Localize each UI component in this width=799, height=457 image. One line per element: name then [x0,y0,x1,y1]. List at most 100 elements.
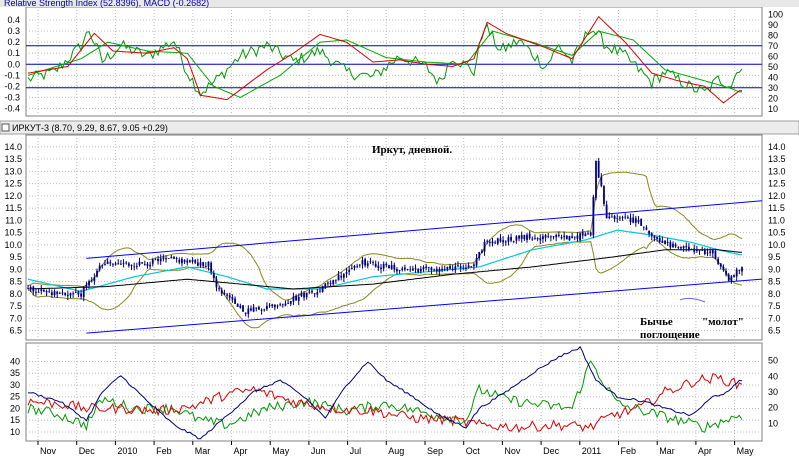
candle-body [658,238,661,242]
adx-tick-label-right: 40 [768,371,778,381]
candle-body [173,256,175,259]
candle-body [441,268,443,271]
candle-body [486,240,489,242]
candle-body [276,305,279,307]
candle-body [210,262,213,272]
candle-body [597,160,600,178]
price-tick-label-left: 14.0 [4,142,22,152]
candle-body [555,234,558,238]
candle-body [297,296,300,301]
candle-body [685,246,688,248]
candle-body [714,251,717,259]
price-tick-label-right: 7.5 [768,301,781,311]
price-tick-label-right: 14.0 [768,142,786,152]
candle-body [494,242,497,244]
candle-body [366,263,369,266]
candle-body [565,235,568,240]
candle-body [409,269,412,271]
candle-body [215,279,218,288]
candle-body [279,304,282,306]
candle-body [576,235,579,239]
candle-body [250,308,252,311]
candle-body [231,297,234,300]
x-tick-label: Feb [156,446,172,456]
candle-body [189,260,191,262]
candle-body [199,262,202,266]
candle-body [117,263,120,265]
candle-body [157,258,159,262]
candle-body [430,267,433,271]
rsi-tick-label: 50 [768,62,778,72]
candle-body [178,259,181,263]
x-axis: Nov Dec 2010 Feb Mar Apr May Jun Jul Aug Sep Oct Nov… [37,441,754,456]
candle-body [303,293,305,298]
candle-body [404,267,406,270]
candle-body [741,267,743,272]
price-tick-label-right: 6.5 [768,326,781,336]
candle-body [390,265,393,269]
candle-body [196,262,199,266]
candle-body [146,263,149,266]
price-tick-label-right: 10.5 [768,228,786,238]
candle-body [247,308,250,314]
main-header-icon[interactable] [1,123,10,132]
price-tick-label-right: 8.5 [768,277,781,287]
candle-body [393,264,396,270]
candle-body [523,235,526,240]
macd-tick-label: 0.0 [7,59,20,69]
candle-body [96,270,98,277]
candle-body [98,265,101,270]
price-tick-label-right: 12.0 [768,191,786,201]
candle-body [356,266,359,268]
candle-body [292,296,295,302]
candle-body [212,272,215,279]
top-panel-header: Relative Strength Index (52.8396), MACD … [4,0,209,8]
candle-body [64,292,67,295]
candle-body [342,274,345,278]
candle-body [263,309,266,311]
price-tick-label-left: 13.5 [4,154,22,164]
candle-body [220,290,223,294]
candle-body [396,269,398,272]
candle-body [648,230,651,234]
candle-body [520,235,523,239]
adx-tick-label-right: 50 [768,356,778,366]
candle-body [557,234,560,236]
candle-body [411,268,414,271]
candle-body [353,266,356,268]
price-tick-label-right: 9.5 [768,252,781,262]
rsi-tick-label: 100 [768,9,783,19]
candle-body [465,267,467,270]
candle-body [181,258,183,264]
rsi-tick-label: 70 [768,41,778,51]
annotation-engulfing-line1: Бычье [640,316,673,328]
x-tick-label: Jun [311,446,326,456]
candle-body [451,268,454,270]
candle-body [202,262,205,266]
candle-body [626,217,629,219]
candle-body [433,269,436,271]
candle-body [271,304,274,307]
candle-body [223,292,226,295]
candle-body [53,291,56,296]
candle-body [661,240,664,243]
macd-tick-label: 0.3 [7,26,20,36]
adx-tick-label-left: 40 [10,356,20,366]
price-tick-label-left: 10.5 [4,228,22,238]
candle-body [592,196,595,236]
macd-tick-label: 0.2 [7,37,20,47]
annotation-hammer: "молот" [702,316,744,328]
candle-body [544,235,547,238]
macd-tick-label: 0.4 [7,15,20,25]
candle-body [226,294,228,296]
rsi-tick-label: 20 [768,93,778,103]
price-tick-label-left: 11.5 [5,203,22,213]
candle-body [584,233,587,237]
candle-body [90,279,93,281]
candle-body [589,232,592,236]
candle-body [512,241,515,242]
adx-tick-label-left: 10 [10,427,20,437]
candle-body [50,292,53,295]
price-tick-label-right: 13.5 [768,154,786,164]
candle-body [542,236,544,240]
